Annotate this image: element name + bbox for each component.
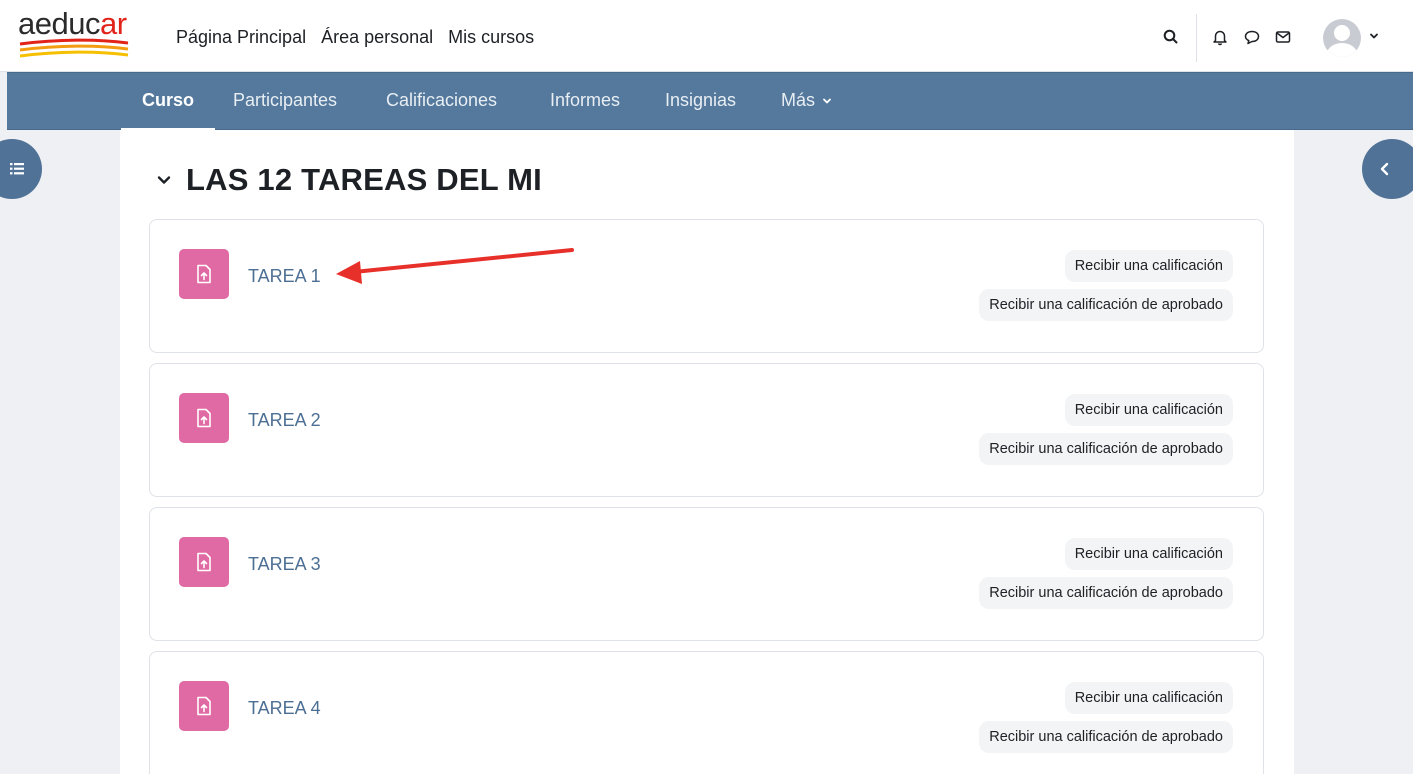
chevron-left-icon [1380,162,1389,176]
bell-icon[interactable] [1211,28,1229,46]
chevron-down-icon [823,98,831,104]
tab-curso[interactable]: Curso [142,90,194,111]
avatar[interactable] [1323,19,1361,57]
tab-mas-label: Más [781,90,816,110]
tab-insignias[interactable]: Insignias [665,90,736,111]
nav-mis-cursos[interactable]: Mis cursos [448,27,534,48]
completion-badge: Recibir una calificación [1064,394,1233,426]
activity-link-tarea-4[interactable]: TAREA 4 [248,698,321,719]
course-content: LAS 12 TAREAS DEL MI TAREA 1 Recibir una… [120,130,1294,774]
navbar-divider [1196,14,1197,62]
section-header[interactable]: LAS 12 TAREAS DEL MI [156,160,542,200]
activity-card: TAREA 4 Recibir una calificación Recibir… [149,651,1264,774]
completion-badge: Recibir una calificación [1064,250,1233,282]
avatar-body [1327,43,1357,57]
activity-card: TAREA 3 Recibir una calificación Recibir… [149,507,1264,641]
tab-mas[interactable]: Más [781,90,832,111]
nav-pagina-principal[interactable]: Página Principal [176,27,306,48]
completion-badge: Recibir una calificación de aprobado [979,433,1233,465]
activity-link-tarea-3[interactable]: TAREA 3 [248,554,321,575]
section-title: LAS 12 TAREAS DEL MI [186,162,542,197]
chevron-down-icon[interactable] [156,172,172,188]
logo-swoosh-icon [19,38,129,58]
search-icon[interactable] [1162,28,1180,46]
primary-navigation: Página Principal Área personal Mis curso… [176,27,534,48]
tab-calificaciones[interactable]: Calificaciones [386,90,497,111]
activity-link-tarea-2[interactable]: TAREA 2 [248,410,321,431]
activity-card: TAREA 1 Recibir una calificación Recibir… [149,219,1264,353]
activity-card: TAREA 2 Recibir una calificación Recibir… [149,363,1264,497]
block-drawer-toggle[interactable] [1362,139,1413,199]
assignment-icon [179,393,229,443]
completion-badge: Recibir una calificación de aprobado [979,721,1233,753]
aeducar-logo[interactable]: aeducar [18,6,136,62]
assignment-icon [179,681,229,731]
course-navigation: Curso Participantes Calificaciones Infor… [7,72,1413,131]
assignment-icon [179,537,229,587]
assignment-icon [179,249,229,299]
completion-badge: Recibir una calificación de aprobado [979,289,1233,321]
mail-icon[interactable] [1274,28,1292,46]
completion-badge: Recibir una calificación [1064,682,1233,714]
course-index-toggle[interactable] [0,139,42,199]
avatar-head [1334,25,1350,41]
tab-informes[interactable]: Informes [550,90,620,111]
chevron-down-icon[interactable] [1368,30,1380,42]
chat-icon[interactable] [1243,28,1261,46]
activity-link-tarea-1[interactable]: TAREA 1 [248,266,321,287]
nav-area-personal[interactable]: Área personal [321,27,433,48]
top-navbar: aeducar Página Principal Área personal M… [0,0,1413,72]
logo-text: aeducar [18,6,127,41]
list-icon [10,163,24,175]
completion-badge: Recibir una calificación de aprobado [979,577,1233,609]
tab-participantes[interactable]: Participantes [233,90,337,111]
completion-badge: Recibir una calificación [1064,538,1233,570]
